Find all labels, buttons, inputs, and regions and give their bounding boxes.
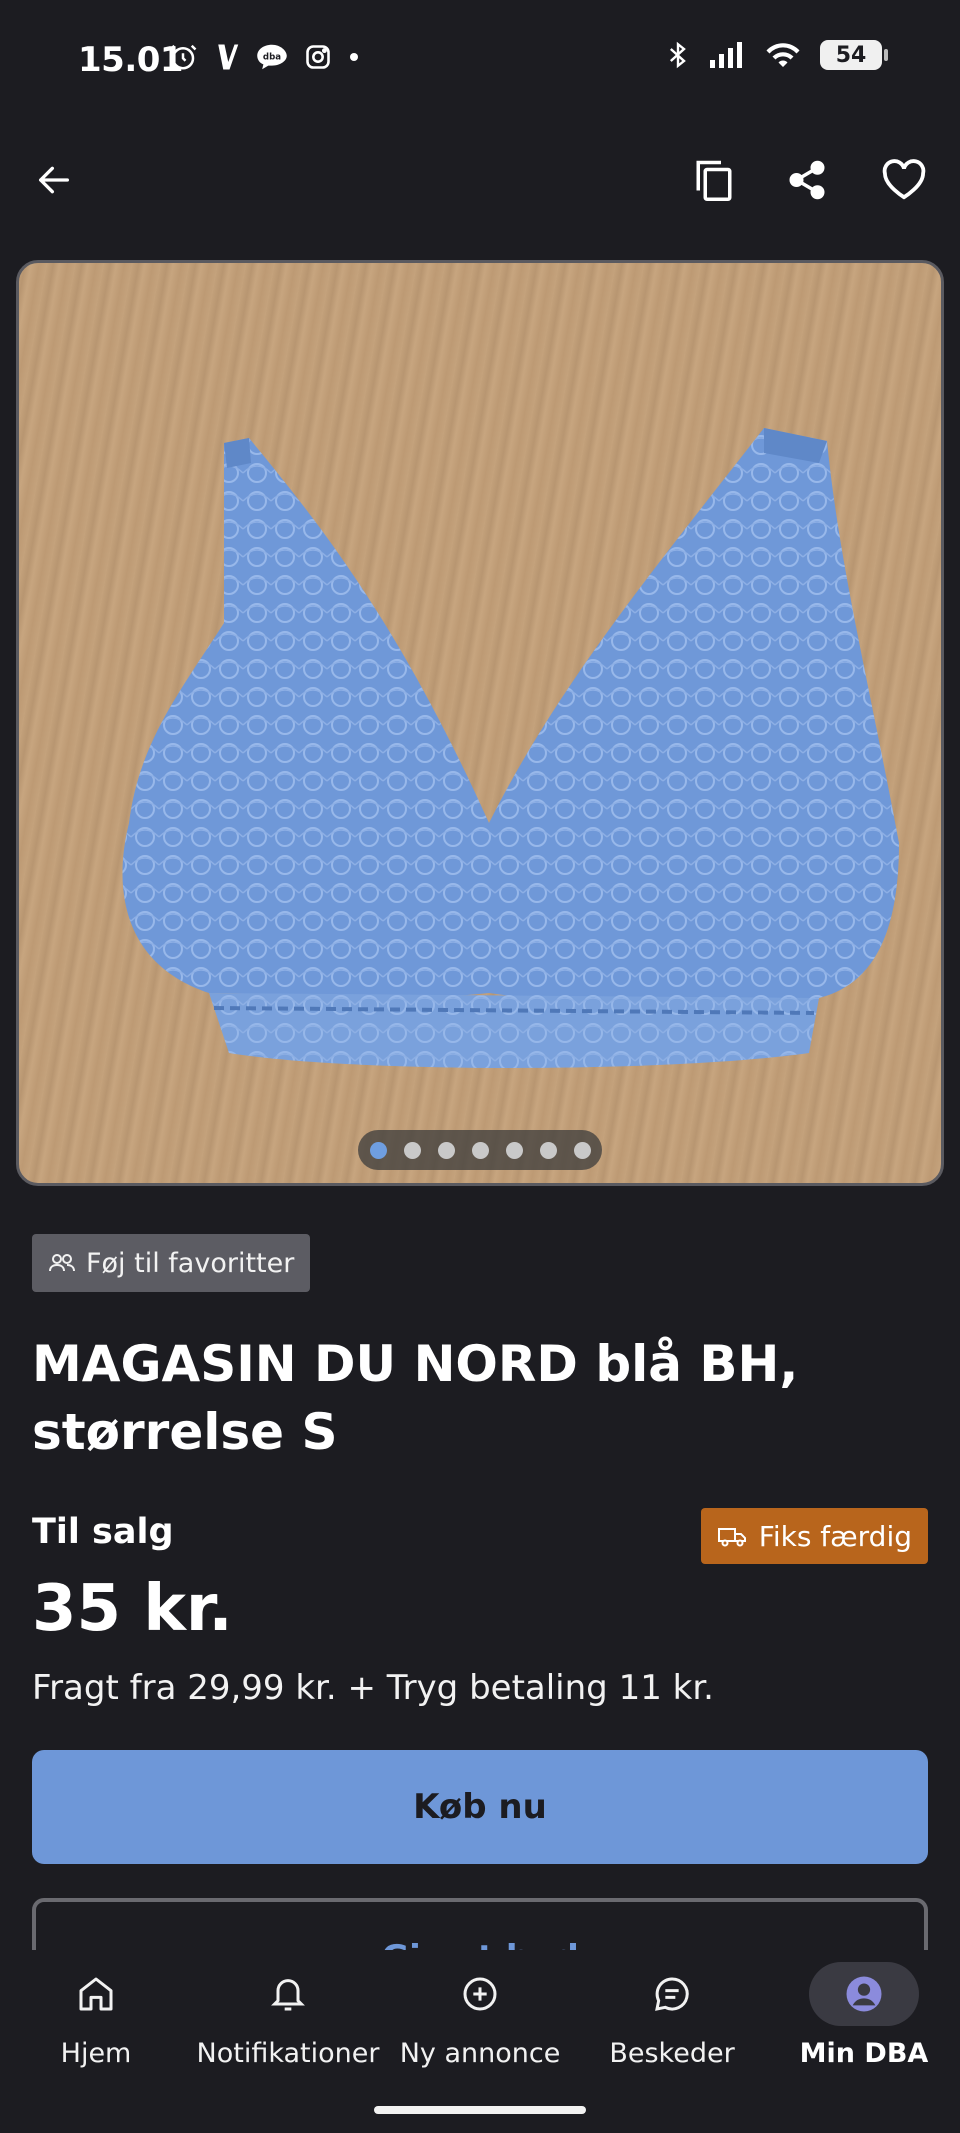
- bluetooth-icon: [669, 41, 686, 69]
- signal-icon: [710, 42, 742, 68]
- users-icon: [49, 1254, 75, 1272]
- nav-label-my-dba: Min DBA: [799, 2038, 929, 2069]
- gallery-dot-6[interactable]: [539, 1141, 557, 1159]
- home-indicator[interactable]: [374, 2106, 586, 2114]
- v-app-icon: [218, 44, 239, 70]
- bra-photo: [122, 428, 899, 1068]
- share-icon: [789, 160, 825, 200]
- nav-label-messages: Beskeder: [609, 2038, 735, 2069]
- gallery-pagination[interactable]: [358, 1130, 602, 1170]
- svg-text:dba: dba: [263, 52, 281, 62]
- chat-icon: [655, 1977, 689, 2011]
- instagram-icon: [306, 45, 330, 69]
- add-to-favorites-badge[interactable]: Føj til favoritter: [32, 1234, 311, 1292]
- back-button[interactable]: [24, 150, 84, 210]
- nav-item-my-dba[interactable]: Min DBA: [768, 1962, 960, 2069]
- nav-label-notifications: Notifikationer: [196, 2038, 380, 2069]
- alarm-icon: [169, 44, 197, 70]
- gallery-dot-4[interactable]: [471, 1141, 489, 1159]
- favorites-badge-label: Føj til favoritter: [86, 1247, 295, 1279]
- listing-title-line1: MAGASIN DU NORD blå BH,: [32, 1335, 799, 1393]
- copy-icon: [696, 160, 732, 201]
- nav-item-new-listing[interactable]: Ny annonce: [384, 1962, 576, 2069]
- share-button[interactable]: [777, 150, 837, 210]
- dba-icon: dba: [257, 44, 287, 70]
- bell-icon: [271, 1979, 305, 2011]
- nav-label-home: Hjem: [60, 2038, 132, 2069]
- plus-circle-icon: [463, 1977, 497, 2011]
- listing-title-line2: størrelse S: [32, 1403, 338, 1461]
- battery-indicator: 54: [820, 40, 888, 70]
- copy-link-button[interactable]: [684, 150, 744, 210]
- profile-icon: [846, 1976, 882, 2012]
- shipping-info: Fragt fra 29,99 kr. + Tryg betaling 11 k…: [32, 1668, 714, 1708]
- arrow-left-icon: [39, 166, 70, 194]
- gallery-dot-3[interactable]: [437, 1141, 455, 1159]
- status-notifications: dba: [168, 42, 360, 72]
- home-icon: [79, 1977, 113, 2011]
- listing-type: Til salg: [32, 1512, 174, 1552]
- gallery-dot-7[interactable]: [573, 1141, 591, 1159]
- status-system: 54: [666, 40, 888, 70]
- top-toolbar: [0, 140, 960, 220]
- shipping-badge: Fiks færdig: [700, 1508, 928, 1564]
- nav-item-messages[interactable]: Beskeder: [576, 1962, 768, 2069]
- nav-item-notifications[interactable]: Notifikationer: [192, 1962, 384, 2069]
- product-image[interactable]: [16, 260, 944, 1186]
- wifi-icon: [766, 43, 800, 67]
- gallery-dot-1[interactable]: [369, 1141, 387, 1159]
- gallery-dot-5[interactable]: [505, 1141, 523, 1159]
- truck-icon: [717, 1528, 746, 1547]
- shipping-badge-label: Fiks færdig: [758, 1519, 912, 1553]
- buy-now-button[interactable]: Køb nu: [32, 1750, 928, 1864]
- nav-label-new-listing: Ny annonce: [399, 2038, 561, 2069]
- bottom-navigation: Hjem Notifikationer Ny annonce Beskeder …: [0, 1950, 960, 2133]
- favorite-button[interactable]: [874, 150, 934, 210]
- status-bar: 15.01 dba 54: [0, 0, 960, 120]
- listing-title: MAGASIN DU NORD blå BH, størrelse S: [32, 1330, 932, 1466]
- heart-icon: [882, 159, 926, 200]
- listing-price: 35 kr.: [32, 1572, 233, 1646]
- gallery-dot-2[interactable]: [403, 1141, 421, 1159]
- nav-item-home[interactable]: Hjem: [0, 1962, 192, 2069]
- dot-icon: [350, 53, 358, 61]
